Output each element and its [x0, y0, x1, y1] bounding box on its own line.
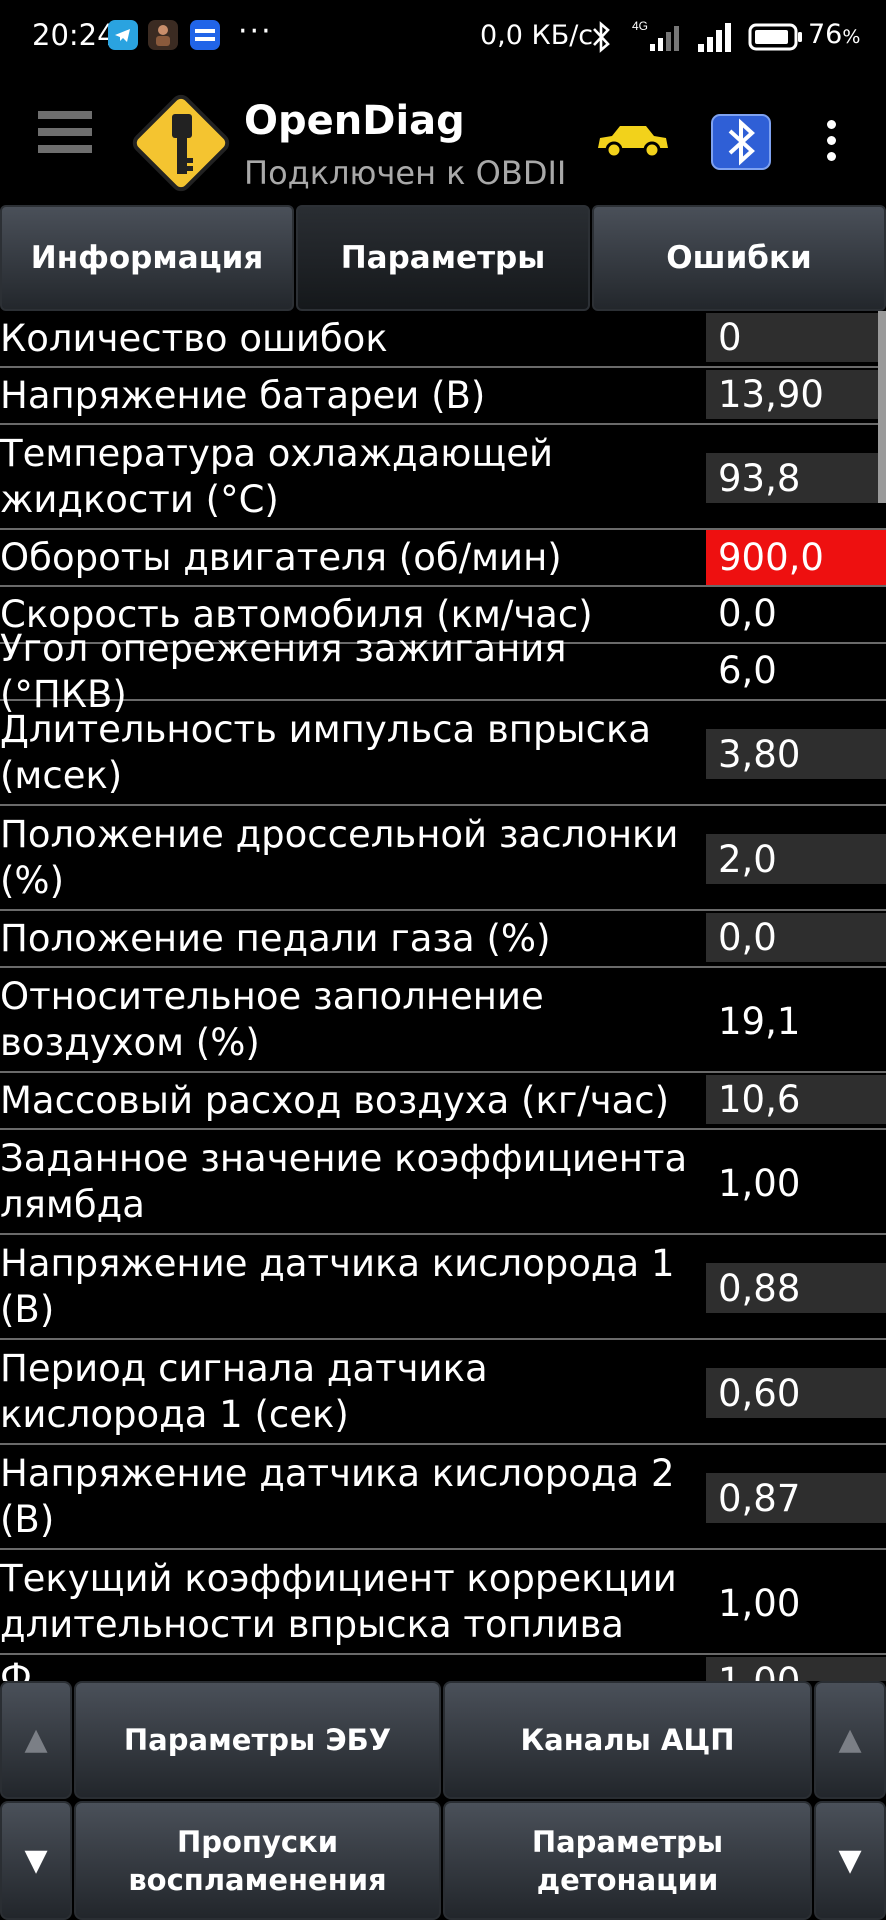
battery-icon: [748, 23, 802, 51]
scroll-up-left-button[interactable]: ▲: [0, 1681, 72, 1799]
battery-percent: 76%: [808, 19, 861, 50]
parameter-row: Напряжение датчика кислорода 1 (В) 0,88: [0, 1235, 886, 1340]
down-arrow-icon: ▼: [838, 1842, 862, 1878]
parameter-row: Массовый расход воздуха (кг/час) 10,6: [0, 1073, 886, 1130]
parameter-value: 1,00: [718, 1581, 801, 1625]
parameter-label: Обороты двигателя (об/мин): [0, 535, 562, 579]
parameter-value: 0,0: [718, 592, 777, 635]
tab-errors[interactable]: Ошибки: [592, 205, 886, 311]
parameter-label: Ф: [0, 1656, 32, 1681]
telegram-icon: [108, 20, 138, 50]
overflow-menu-icon[interactable]: [824, 120, 838, 164]
parameter-value: 0,0: [706, 913, 886, 962]
parameter-label: Массовый расход воздуха (кг/час): [0, 1078, 670, 1122]
parameter-row: Длительность импульса впрыска (мсек) 3,8…: [0, 701, 886, 806]
parameter-label: Текущий коэффициент коррекции длительнос…: [0, 1556, 677, 1646]
parameter-label: Длительность импульса впрыска (мсек): [0, 707, 652, 797]
parameter-row: Температура охлаждающей жидкости (°С) 93…: [0, 425, 886, 530]
parameter-value: 1,00: [706, 1657, 886, 1681]
misfires-label-line2: воспламенения: [128, 1862, 387, 1897]
knock-label-line2: детонации: [536, 1862, 719, 1897]
app-bar: OpenDiag Подключен к OBDII: [0, 76, 886, 204]
parameter-value: 2,0: [706, 834, 886, 884]
parameter-row: Относительное заполнение воздухом (%) 19…: [0, 968, 886, 1073]
parameter-value-alarm: 900,0: [706, 530, 886, 585]
cell-signal-icon: [698, 23, 731, 52]
connection-status: Подключен к OBDII: [244, 154, 567, 192]
parameter-value: 6,0: [718, 649, 777, 692]
parameter-row: Напряжение батареи (В) 13,90: [0, 368, 886, 425]
tab-parameters[interactable]: Параметры: [296, 205, 590, 311]
parameter-value: 19,1: [718, 999, 801, 1043]
knock-params-button[interactable]: Параметры детонации: [443, 1801, 812, 1920]
car-icon[interactable]: [594, 120, 672, 160]
parameter-row: Количество ошибок 0: [0, 311, 886, 368]
parameter-label: Положение дроссельной заслонки (%): [0, 812, 679, 902]
bluetooth-ecu-icon[interactable]: [710, 113, 772, 171]
ecu-params-button[interactable]: Параметры ЭБУ: [74, 1681, 441, 1799]
hamburger-menu-icon[interactable]: [38, 111, 92, 167]
parameter-value: 0: [706, 313, 886, 362]
status-time: 20:24: [32, 18, 116, 52]
parameter-label: Температура охлаждающей жидкости (°С): [0, 431, 554, 521]
up-arrow-icon: ▲: [838, 1722, 862, 1757]
scroll-down-right-button[interactable]: ▼: [814, 1801, 886, 1920]
parameter-value: 3,80: [706, 729, 886, 779]
scroll-down-left-button[interactable]: ▼: [0, 1801, 72, 1920]
parameter-value: 0,88: [706, 1263, 886, 1313]
parameter-list[interactable]: Количество ошибок 0 Напряжение батареи (…: [0, 311, 886, 1681]
parameter-row: Период сигнала датчика кислорода 1 (сек)…: [0, 1340, 886, 1445]
parameter-value: 13,90: [706, 370, 886, 419]
knock-label-line1: Параметры: [531, 1824, 724, 1859]
bottom-panel: ▲ Параметры ЭБУ Каналы АЦП ▲ ▼ Пропуски …: [0, 1681, 886, 1920]
parameter-row: Положение педали газа (%) 0,0: [0, 911, 886, 968]
network-speed: 0,0 КБ/с: [480, 20, 594, 51]
parameter-label: Период сигнала датчика кислорода 1 (сек): [0, 1346, 488, 1436]
bluetooth-status-icon: [593, 21, 610, 53]
parameter-label: Заданное значение коэффициента лямбда: [0, 1136, 688, 1226]
app-title: OpenDiag: [244, 98, 465, 144]
list-scrollbar[interactable]: [878, 311, 886, 503]
app-logo-key-icon: [132, 94, 230, 192]
parameter-row: Текущий коэффициент коррекции длительнос…: [0, 1550, 886, 1655]
more-notifications-icon: ···: [238, 14, 273, 49]
parameter-label: Относительное заполнение воздухом (%): [0, 974, 544, 1064]
tab-information[interactable]: Информация: [0, 205, 294, 311]
parameter-label: Напряжение датчика кислорода 1 (В): [0, 1241, 675, 1331]
down-arrow-icon: ▼: [24, 1842, 48, 1878]
parameter-row: Обороты двигателя (об/мин) 900,0: [0, 530, 886, 587]
parameter-label: Напряжение датчика кислорода 2 (В): [0, 1451, 675, 1541]
main-tabs: Информация Параметры Ошибки: [0, 205, 886, 311]
misfires-label-line1: Пропуски: [176, 1824, 339, 1859]
adc-channels-button[interactable]: Каналы АЦП: [443, 1681, 812, 1799]
parameter-label: Количество ошибок: [0, 316, 388, 360]
fitness-app-icon: [148, 20, 178, 50]
parameter-value: 93,8: [706, 453, 886, 503]
scroll-up-right-button[interactable]: ▲: [814, 1681, 886, 1799]
parameter-row: Напряжение датчика кислорода 2 (В) 0,87: [0, 1445, 886, 1550]
svg-text:4G: 4G: [632, 19, 648, 33]
cell-signal-4g-icon: 4G: [632, 19, 679, 51]
misfires-button[interactable]: Пропуски воспламенения: [74, 1801, 441, 1920]
parameter-row: Заданное значение коэффициента лямбда 1,…: [0, 1130, 886, 1235]
parameter-value: 10,6: [706, 1075, 886, 1124]
parameter-row: Положение дроссельной заслонки (%) 2,0: [0, 806, 886, 911]
parameter-value: 1,00: [718, 1161, 801, 1205]
up-arrow-icon: ▲: [24, 1722, 48, 1757]
parameter-row: Ф 1,00: [0, 1655, 886, 1681]
parameter-value: 0,60: [706, 1368, 886, 1418]
parameter-row: Угол опережения зажигания (°ПКВ) 6,0: [0, 627, 886, 716]
autotech-app-icon: [190, 20, 220, 50]
parameter-label: Напряжение батареи (В): [0, 373, 486, 417]
status-bar: 20:24 ··· 0,0 КБ/с 4G 76%: [0, 0, 886, 76]
parameter-value: 0,87: [706, 1473, 886, 1523]
parameter-label: Положение педали газа (%): [0, 916, 551, 960]
